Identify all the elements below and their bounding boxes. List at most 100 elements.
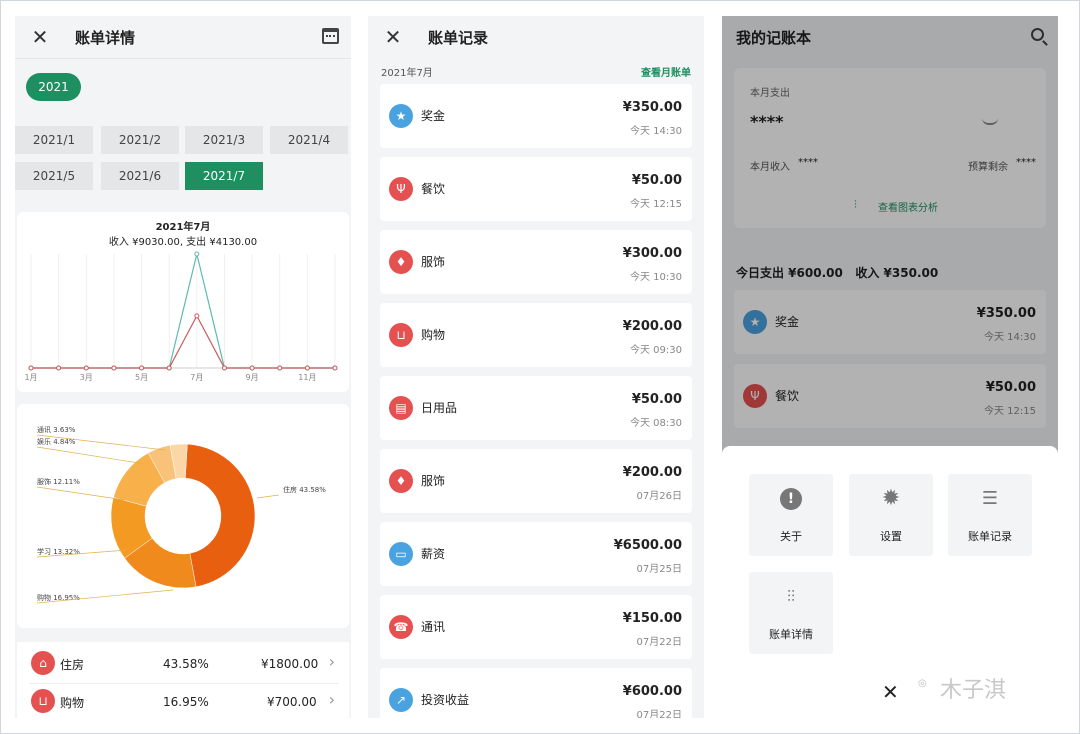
record-name: 餐饮: [421, 182, 446, 196]
close-icon[interactable]: ✕: [382, 26, 404, 48]
record-name: 服饰: [421, 474, 446, 488]
record-item[interactable]: ↗ 投资收益 ¥600.00 07月22日: [380, 668, 692, 718]
pie-label: 服饰 12.11%: [37, 477, 80, 486]
close-menu-icon[interactable]: ✕: [882, 680, 899, 704]
record-item[interactable]: ♦ 服饰 ¥200.00 07月26日: [380, 449, 692, 513]
category-amount: ¥1800.00: [261, 657, 319, 671]
bill-records-button[interactable]: ☰ 账单记录: [948, 474, 1032, 556]
record-item[interactable]: ▭ 薪资 ¥6500.00 07月25日: [380, 522, 692, 586]
line-chart: 1月 3月 5月 7月 9月 11月: [24, 251, 338, 382]
data-point: [194, 313, 200, 319]
data-point: [304, 365, 310, 371]
pie-label: 住房 43.58%: [283, 485, 326, 494]
record-name: 奖金: [421, 109, 446, 123]
record-item[interactable]: ♦ 服饰 ¥300.00 今天 10:30: [380, 230, 692, 294]
record-amount: ¥6500.00: [613, 538, 682, 553]
pie-label: 娱乐 4.84%: [37, 437, 76, 446]
donut-chart: 通讯 3.63%娱乐 4.84%服饰 12.11%学习 13.32%购物 16.…: [36, 425, 326, 604]
category-amount: ¥700.00: [267, 695, 317, 709]
wechat-icon: ◎: [918, 678, 927, 689]
record-amount: ¥200.00: [622, 319, 682, 334]
pie-leader-line: [36, 486, 126, 501]
bill-records-screen: ✕ 账单记录 2021年7月 查看月账单 ★ 奖金 ¥350.00 今天 14:30 Ψ…: [368, 16, 704, 718]
data-point: [221, 365, 227, 371]
donut-hole: [146, 479, 220, 553]
data-point: [332, 365, 338, 371]
category-icon: ⊔: [389, 323, 413, 347]
gear-icon: ✹: [881, 486, 901, 511]
record-amount: ¥350.00: [622, 100, 682, 115]
record-item[interactable]: ⊔ 购物 ¥200.00 今天 09:30: [380, 303, 692, 367]
record-amount: ¥300.00: [622, 246, 682, 261]
pie-chart-card: 通讯 3.63% 娱乐 4.84% 服饰 12.11% 学习 13.32% 购物 16.…: [17, 404, 349, 628]
list-icon: ☰: [981, 488, 999, 509]
month-label: 2021年7月: [381, 68, 433, 79]
month-button[interactable]: 2021/6: [101, 162, 179, 190]
my-account-book-screen: 我的记账本 本月支出 **** 本月收入 **** 预算剩余 **** ⫶ 查看…: [722, 16, 1058, 718]
month-button[interactable]: 2021/2: [101, 126, 179, 154]
data-point: [139, 365, 145, 371]
record-item[interactable]: ☎ 通讯 ¥150.00 07月22日: [380, 595, 692, 659]
data-point: [83, 365, 89, 371]
record-time: 今天 12:15: [630, 199, 682, 210]
header: ✕ 账单记录: [368, 16, 704, 58]
record-item[interactable]: Ψ 餐饮 ¥50.00 今天 12:15: [380, 157, 692, 221]
category-icon: ↗: [389, 688, 413, 712]
about-label: 关于: [780, 530, 802, 543]
month-button[interactable]: 2021/3: [185, 126, 263, 154]
series-line: [31, 253, 335, 369]
data-point: [28, 365, 34, 371]
month-button-selected[interactable]: 2021/7: [185, 162, 263, 190]
calendar-icon[interactable]: [322, 28, 339, 44]
record-time: 07月22日: [636, 710, 682, 718]
category-icon: ★: [389, 104, 413, 128]
record-time: 今天 10:30: [630, 272, 682, 283]
cart-icon: ⊔: [31, 689, 55, 713]
settings-label: 设置: [880, 530, 902, 543]
year-chip[interactable]: 2021: [26, 73, 81, 101]
category-row[interactable]: ⊔ 购物 16.95% ¥700.00 ›: [17, 684, 349, 718]
view-month-bill-link[interactable]: 查看月账单: [641, 64, 691, 79]
pie-leader-line: [256, 494, 280, 499]
watermark: 木子淇: [940, 678, 1007, 703]
about-button[interactable]: ! 关于: [749, 474, 833, 556]
data-point: [111, 365, 117, 371]
month-button[interactable]: 2021/4: [270, 126, 348, 154]
category-icon: ▤: [389, 396, 413, 420]
series-line: [31, 314, 335, 369]
close-icon[interactable]: ✕: [29, 26, 51, 48]
data-point: [194, 251, 200, 257]
x-tick-label: 3月: [80, 373, 93, 382]
bill-detail-button[interactable]: ⫶⫶ 账单详情: [749, 572, 833, 654]
x-tick-label: 9月: [246, 373, 259, 382]
category-name: 购物: [60, 696, 85, 710]
record-item[interactable]: ★ 奖金 ¥350.00 今天 14:30: [380, 84, 692, 148]
pie-label: 学习 13.32%: [37, 547, 80, 556]
pie-label: 通讯 3.63%: [37, 425, 76, 434]
settings-button[interactable]: ✹ 设置: [849, 474, 933, 556]
record-item[interactable]: ▤ 日用品 ¥50.00 今天 08:30: [380, 376, 692, 440]
record-time: 07月26日: [636, 491, 682, 502]
data-point: [166, 365, 172, 371]
info-icon: !: [780, 488, 802, 510]
chart-icon: ⫶⫶: [786, 587, 795, 606]
record-name: 日用品: [421, 401, 458, 415]
category-icon: ☎: [389, 615, 413, 639]
menu-sheet: ! 关于 ✹ 设置 ☰ 账单记录 ⫶⫶ 账单详情 ✕ ◎ 木子淇: [722, 446, 1058, 718]
bill-records-label: 账单记录: [968, 530, 1012, 543]
chevron-right-icon: ›: [328, 690, 335, 709]
record-name: 服饰: [421, 255, 446, 269]
chevron-right-icon: ›: [328, 652, 335, 671]
bill-detail-label: 账单详情: [769, 628, 813, 641]
category-icon: ▭: [389, 542, 413, 566]
x-tick-label: 5月: [135, 373, 148, 382]
record-amount: ¥150.00: [622, 611, 682, 626]
line-chart-card: 2021年7月 收入 ¥9030.00, 支出 ¥4130.00 1月 3月 5月 7…: [17, 212, 349, 392]
month-button[interactable]: 2021/5: [15, 162, 93, 190]
category-row[interactable]: ⌂ 住房 43.58% ¥1800.00 ›: [17, 642, 349, 683]
record-time: 今天 09:30: [630, 345, 682, 356]
category-percent: 43.58%: [163, 657, 209, 671]
category-icon: ♦: [389, 250, 413, 274]
category-name: 住房: [60, 658, 85, 672]
month-button[interactable]: 2021/1: [15, 126, 93, 154]
